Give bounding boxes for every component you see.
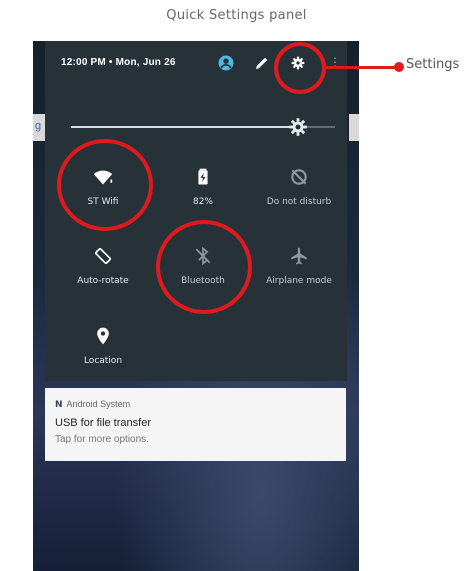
edit-icon[interactable] [253, 54, 271, 72]
notification-subtitle: Tap for more options. [55, 434, 149, 445]
tile-airplane-mode[interactable]: Airplane mode [249, 246, 349, 310]
tile-battery-label: 82% [192, 197, 213, 207]
background-app-peek-left: g [33, 114, 45, 141]
settings-callout-label: Settings [406, 57, 460, 72]
tile-location[interactable]: Location [53, 326, 153, 390]
tile-location-label: Location [83, 356, 123, 366]
tile-do-not-disturb-label: Do not disturb [266, 197, 332, 207]
do-not-disturb-icon [291, 169, 307, 185]
user-account-icon[interactable] [217, 54, 235, 72]
callout-line [323, 66, 397, 69]
background-app-peek-right [349, 114, 359, 141]
auto-rotate-icon [94, 248, 112, 264]
tile-do-not-disturb[interactable]: Do not disturb [249, 167, 349, 231]
date-time: 12:00 PM • Mon, Jun 26 [61, 57, 176, 68]
battery-icon [198, 168, 208, 185]
notification-app-name: Android System [66, 399, 131, 409]
notification-app-row: N Android System [55, 399, 130, 410]
tile-auto-rotate[interactable]: Auto-rotate [53, 246, 153, 310]
tile-airplane-mode-label: Airplane mode [266, 276, 332, 286]
tile-auto-rotate-label: Auto-rotate [77, 276, 129, 286]
airplane-icon [291, 247, 307, 265]
location-icon [97, 327, 109, 345]
brightness-fill [71, 126, 298, 128]
settings-highlight-circle [274, 42, 326, 94]
usb-notification[interactable]: N Android System USB for file transfer Ta… [45, 388, 346, 461]
brightness-icon[interactable] [288, 117, 308, 137]
android-system-icon: N [55, 400, 63, 410]
bluetooth-highlight-circle [156, 220, 252, 314]
brightness-slider[interactable] [71, 117, 335, 137]
callout-dot [394, 62, 404, 72]
wifi-highlight-circle [57, 139, 153, 231]
figure-caption: Quick Settings panel [166, 8, 307, 23]
notification-title: USB for file transfer [55, 417, 151, 429]
